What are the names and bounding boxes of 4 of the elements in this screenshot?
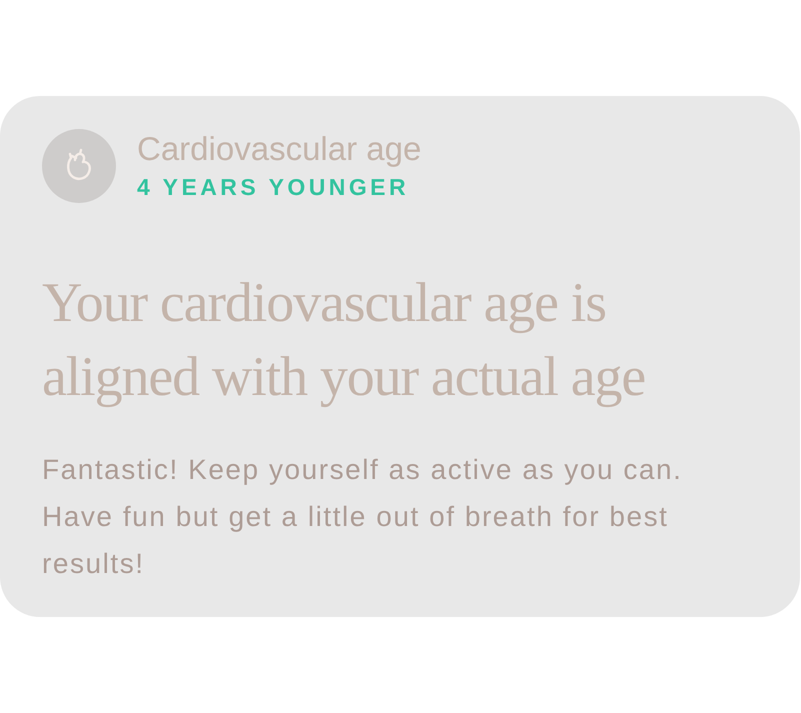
- card-description: Fantastic! Keep yourself as active as you can. Have fun but get a little out of breath for best results!: [42, 453, 684, 581]
- card-heading: Your cardiovascular age is aligned with your actual age: [42, 271, 646, 410]
- status-label: 4 YEARS YOUNGER: [137, 173, 410, 202]
- card-title: Cardiovascular age: [137, 130, 422, 168]
